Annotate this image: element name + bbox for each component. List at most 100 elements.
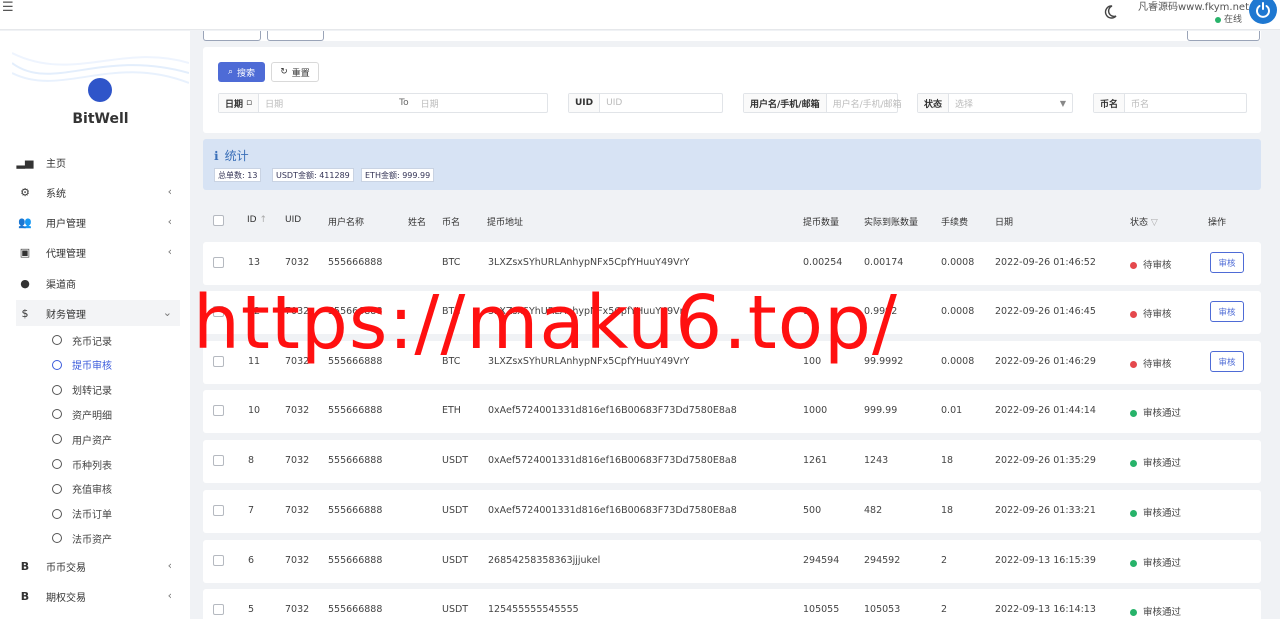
cell-id: 7: [248, 505, 255, 516]
refresh-icon: ↻: [280, 67, 288, 77]
sidebar-item-label: 币币交易: [46, 562, 86, 574]
moon-icon[interactable]: [1102, 4, 1118, 20]
cell-address: 3LXZsxSYhURLAnhypNFx5CpfYHuuY49VrY: [488, 257, 690, 268]
cell-date: 2022-09-26 01:46:52: [995, 257, 1096, 268]
chevron-left-icon: ‹: [167, 559, 172, 572]
sidebar-item[interactable]: ▣ 代理管理 ‹: [16, 239, 180, 265]
reset-button[interactable]: ↻ 重置: [271, 62, 319, 82]
sidebar-item-label: 财务管理: [46, 309, 86, 321]
circle-icon: [52, 335, 62, 345]
sort-arrow-icon: ↑: [259, 215, 268, 225]
sidebar-subitem[interactable]: 提币审核: [52, 354, 112, 376]
row-checkbox[interactable]: [213, 505, 224, 516]
coin-input[interactable]: 币名: [1125, 97, 1155, 110]
cell-id: 10: [248, 405, 261, 416]
row-checkbox[interactable]: [213, 257, 224, 268]
user-input[interactable]: 用户名/手机/邮箱: [827, 97, 908, 110]
logo-text: BitWell: [72, 111, 129, 127]
status-badge: 审核通过: [1130, 455, 1181, 469]
status-dot: [1130, 510, 1137, 517]
cell-address: 26854258358363jjjukel: [488, 555, 601, 566]
sidebar-subitem[interactable]: 币种列表: [52, 453, 112, 475]
cell-fee: 0.0008: [941, 356, 975, 367]
power-icon[interactable]: [1249, 0, 1277, 24]
menu-icon[interactable]: ☰: [2, 0, 14, 15]
chevron-left-icon: ‹: [167, 185, 172, 198]
coin-filter: 币名 币名: [1093, 93, 1247, 113]
cell-coin: USDT: [442, 604, 469, 615]
column-header-id[interactable]: ID ↑: [247, 215, 267, 225]
sidebar-subitem[interactable]: 充币记录: [52, 329, 112, 351]
watermark: https://maku6.top/: [193, 280, 898, 366]
gear-icon: ⚙: [20, 185, 30, 199]
sidebar-item[interactable]: B 期权交易 ‹: [16, 583, 180, 609]
sidebar-item[interactable]: 👥 用户管理 ‹: [16, 209, 180, 235]
date-label-text: 日期: [225, 99, 244, 110]
row-checkbox[interactable]: [213, 555, 224, 566]
stats-panel: ℹ 统计 总单数: 13 USDT金额: 411289 ETH金额: 999.99: [203, 139, 1261, 190]
circle-icon: [52, 483, 62, 494]
status-text: 审核通过: [1143, 408, 1182, 419]
circle-icon: [52, 359, 62, 370]
row-checkbox[interactable]: [213, 604, 224, 615]
bitcoin-icon: B: [20, 559, 30, 573]
status-select[interactable]: 选择: [949, 97, 1060, 110]
cell-id: 6: [248, 555, 255, 566]
status-text: 审核通过: [1143, 558, 1182, 569]
status-badge: 待审核: [1130, 257, 1172, 271]
online-status: 在线: [1215, 12, 1242, 25]
toolbar-card: [203, 31, 1261, 41]
audit-button[interactable]: 审核: [1210, 252, 1244, 273]
sidebar-subitem-label: 划转记录: [72, 386, 112, 398]
sidebar-subitem[interactable]: 充值审核: [52, 478, 112, 500]
sidebar-subitem[interactable]: 法币订单: [52, 503, 112, 525]
cell-date: 2022-09-13 16:14:13: [995, 604, 1096, 615]
sidebar-item[interactable]: ⚙ 系统 ‹: [16, 179, 180, 205]
column-header-uid: UID: [285, 215, 302, 225]
uid-input[interactable]: UID: [600, 98, 628, 108]
bitcoin-icon: B: [20, 589, 30, 603]
column-header-coin: 币名: [442, 218, 461, 228]
sidebar-subitem[interactable]: 用户资产: [52, 428, 112, 450]
cell-received: 0.00174: [864, 257, 904, 268]
toolbar-button[interactable]: [203, 31, 261, 41]
column-header-address: 提币地址: [487, 218, 524, 228]
cell-address: 0xAef5724001331d816ef16B00683F73Dd7580E8…: [488, 455, 737, 466]
status-filter: 状态 选择 ▼: [917, 93, 1073, 113]
status-text: 待审核: [1143, 260, 1172, 271]
date-to-input[interactable]: 日期: [415, 97, 445, 110]
toolbar-button[interactable]: [267, 31, 324, 41]
search-button[interactable]: ⌕ 搜索: [218, 62, 265, 82]
sidebar-item-finance[interactable]: $ 财务管理 ⌄: [16, 300, 180, 326]
sidebar-item[interactable]: ▂▅ 主页: [16, 149, 180, 175]
cell-fee: 0.01: [941, 405, 963, 416]
row-checkbox[interactable]: [213, 455, 224, 466]
sidebar-subitem[interactable]: 划转记录: [52, 379, 112, 401]
cell-amount: 105055: [803, 604, 840, 615]
sidebar-subitem-label: 币种列表: [72, 460, 112, 472]
sidebar-item-label: 系统: [46, 188, 66, 200]
cell-received: 294592: [864, 555, 901, 566]
select-all-checkbox[interactable]: [213, 215, 224, 226]
audit-button[interactable]: 审核: [1210, 301, 1244, 322]
status-badge: 审核通过: [1130, 555, 1181, 569]
cell-uid: 7032: [285, 405, 310, 416]
date-from-input[interactable]: 日期: [259, 97, 393, 110]
cell-coin: USDT: [442, 455, 469, 466]
status-badge: 待审核: [1130, 356, 1172, 370]
row-checkbox[interactable]: [213, 405, 224, 416]
sidebar-item[interactable]: B 币币交易 ‹: [16, 553, 180, 579]
sidebar-item[interactable]: ● 渠道商: [16, 270, 180, 296]
cell-address: 0xAef5724001331d816ef16B00683F73Dd7580E8…: [488, 405, 737, 416]
logo: BitWell: [12, 48, 189, 160]
status-text: 待审核: [1143, 359, 1172, 370]
stats-title-text: 统计: [224, 149, 249, 163]
audit-button[interactable]: 审核: [1210, 351, 1244, 372]
cell-id: 5: [248, 604, 255, 615]
toolbar-button[interactable]: [1187, 31, 1260, 41]
status-text: 审核通过: [1143, 607, 1182, 618]
cell-uid: 7032: [285, 505, 310, 516]
column-header-status[interactable]: 状态 ▽: [1130, 215, 1158, 228]
sidebar-subitem[interactable]: 资产明细: [52, 403, 112, 425]
sidebar-subitem[interactable]: 法币资产: [52, 527, 112, 549]
